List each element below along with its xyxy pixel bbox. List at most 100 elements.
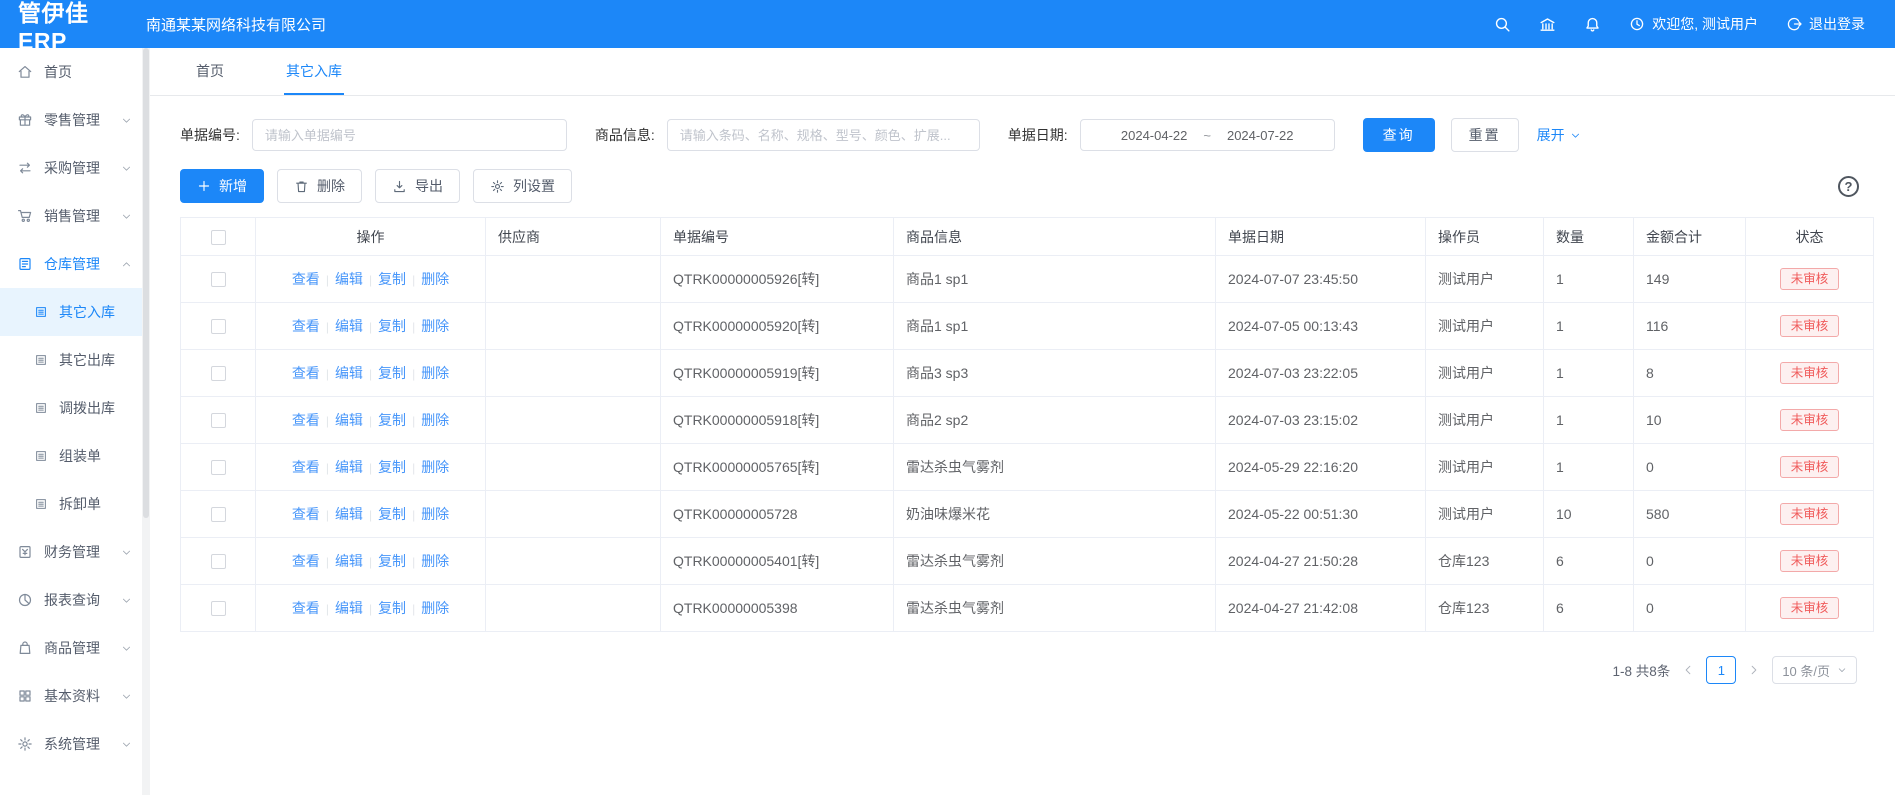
view-link[interactable]: 查看 bbox=[292, 365, 320, 381]
trash-icon bbox=[294, 179, 309, 194]
copy-link[interactable]: 复制 bbox=[378, 412, 406, 428]
edit-link[interactable]: 编辑 bbox=[335, 459, 363, 475]
sidebar-item-purchase[interactable]: 采购管理 bbox=[0, 144, 142, 192]
select-all-checkbox[interactable] bbox=[211, 230, 226, 245]
copy-link[interactable]: 复制 bbox=[378, 553, 406, 569]
export-button[interactable]: 导出 bbox=[375, 169, 460, 203]
view-link[interactable]: 查看 bbox=[292, 600, 320, 616]
bank-icon[interactable] bbox=[1539, 16, 1556, 33]
export-label: 导出 bbox=[415, 176, 443, 196]
help-icon[interactable]: ? bbox=[1838, 176, 1859, 197]
data-table: 操作 供应商 单据编号 商品信息 单据日期 操作员 数量 金额合计 状态 查看|… bbox=[180, 217, 1874, 632]
tab-home[interactable]: 首页 bbox=[194, 48, 226, 95]
sidebar-item-label: 报表查询 bbox=[44, 590, 100, 610]
add-button[interactable]: 新增 bbox=[180, 169, 264, 203]
table-row: 查看|编辑|复制|删除 QTRK00000005919[转] 商品3 sp3 2… bbox=[181, 350, 1874, 397]
delete-link[interactable]: 删除 bbox=[421, 459, 449, 475]
delete-link[interactable]: 删除 bbox=[421, 553, 449, 569]
row-checkbox[interactable] bbox=[211, 319, 226, 334]
gear-icon bbox=[490, 179, 505, 194]
supplier-cell bbox=[486, 585, 661, 632]
delete-link[interactable]: 删除 bbox=[421, 318, 449, 334]
scrollbar-thumb[interactable] bbox=[143, 48, 149, 518]
delete-link[interactable]: 删除 bbox=[421, 506, 449, 522]
view-link[interactable]: 查看 bbox=[292, 271, 320, 287]
sidebar-scrollbar[interactable] bbox=[142, 48, 150, 795]
row-checkbox[interactable] bbox=[211, 272, 226, 287]
sidebar-item-retail[interactable]: 零售管理 bbox=[0, 96, 142, 144]
reset-button[interactable]: 重置 bbox=[1451, 118, 1519, 152]
search-button[interactable]: 查询 bbox=[1363, 118, 1435, 152]
sidebar-item-other-inbound[interactable]: 其它入库 bbox=[0, 288, 142, 336]
sidebar-item-label: 首页 bbox=[44, 62, 72, 82]
delete-link[interactable]: 删除 bbox=[421, 365, 449, 381]
sidebar-item-sales[interactable]: 销售管理 bbox=[0, 192, 142, 240]
expand-link[interactable]: 展开 bbox=[1537, 125, 1581, 145]
view-link[interactable]: 查看 bbox=[292, 459, 320, 475]
date-cell: 2024-07-03 23:15:02 bbox=[1216, 397, 1426, 444]
view-link[interactable]: 查看 bbox=[292, 412, 320, 428]
product-info-input[interactable] bbox=[667, 119, 980, 151]
edit-link[interactable]: 编辑 bbox=[335, 553, 363, 569]
sidebar-item-disassembly[interactable]: 拆卸单 bbox=[0, 480, 142, 528]
tab-other-inbound[interactable]: 其它入库 bbox=[284, 48, 344, 95]
sidebar-item-finance[interactable]: 财务管理 bbox=[0, 528, 142, 576]
sidebar-item-assembly[interactable]: 组装单 bbox=[0, 432, 142, 480]
row-checkbox[interactable] bbox=[211, 554, 226, 569]
operator-cell: 仓库123 bbox=[1426, 538, 1544, 585]
pagination: 1-8 共8条 1 10 条/页 bbox=[150, 632, 1895, 684]
logout-button[interactable]: 退出登录 bbox=[1786, 14, 1865, 34]
row-checkbox[interactable] bbox=[211, 601, 226, 616]
delete-link[interactable]: 删除 bbox=[421, 600, 449, 616]
sidebar-item-other-outbound[interactable]: 其它出库 bbox=[0, 336, 142, 384]
row-checkbox[interactable] bbox=[211, 507, 226, 522]
qty-cell: 1 bbox=[1544, 444, 1634, 491]
copy-link[interactable]: 复制 bbox=[378, 271, 406, 287]
copy-link[interactable]: 复制 bbox=[378, 318, 406, 334]
table-row: 查看|编辑|复制|删除 QTRK00000005918[转] 商品2 sp2 2… bbox=[181, 397, 1874, 444]
row-checkbox[interactable] bbox=[211, 413, 226, 428]
search-icon[interactable] bbox=[1494, 16, 1511, 33]
edit-link[interactable]: 编辑 bbox=[335, 506, 363, 522]
delete-button[interactable]: 删除 bbox=[277, 169, 362, 203]
sidebar-item-home[interactable]: 首页 bbox=[0, 48, 142, 96]
welcome-user[interactable]: 欢迎您, 测试用户 bbox=[1629, 14, 1758, 34]
doc-no-cell: QTRK00000005401[转] bbox=[661, 538, 894, 585]
edit-link[interactable]: 编辑 bbox=[335, 600, 363, 616]
edit-link[interactable]: 编辑 bbox=[335, 318, 363, 334]
copy-link[interactable]: 复制 bbox=[378, 600, 406, 616]
view-link[interactable]: 查看 bbox=[292, 506, 320, 522]
sidebar-item-basic-data[interactable]: 基本资料 bbox=[0, 672, 142, 720]
copy-link[interactable]: 复制 bbox=[378, 506, 406, 522]
prev-page-button[interactable] bbox=[1682, 664, 1694, 676]
filter-bar: 单据编号: 商品信息: 单据日期: 2024-04-22 ~ 2024-07-2… bbox=[150, 96, 1895, 152]
view-link[interactable]: 查看 bbox=[292, 318, 320, 334]
copy-link[interactable]: 复制 bbox=[378, 459, 406, 475]
amount-cell: 580 bbox=[1634, 491, 1746, 538]
sidebar-item-warehouse[interactable]: 仓库管理 bbox=[0, 240, 142, 288]
delete-link[interactable]: 删除 bbox=[421, 271, 449, 287]
edit-link[interactable]: 编辑 bbox=[335, 271, 363, 287]
edit-link[interactable]: 编辑 bbox=[335, 365, 363, 381]
page-size-select[interactable]: 10 条/页 bbox=[1772, 656, 1857, 684]
copy-link[interactable]: 复制 bbox=[378, 365, 406, 381]
delete-link[interactable]: 删除 bbox=[421, 412, 449, 428]
action-separator: | bbox=[412, 555, 415, 569]
date-range-picker[interactable]: 2024-04-22 ~ 2024-07-22 bbox=[1080, 119, 1335, 151]
bell-icon[interactable] bbox=[1584, 16, 1601, 33]
page-number[interactable]: 1 bbox=[1706, 656, 1736, 684]
product-cell: 商品3 sp3 bbox=[894, 350, 1216, 397]
sidebar-item-products[interactable]: 商品管理 bbox=[0, 624, 142, 672]
sidebar-item-label: 组装单 bbox=[59, 446, 101, 466]
sidebar-item-transfer-outbound[interactable]: 调拨出库 bbox=[0, 384, 142, 432]
col-header-doc-no: 单据编号 bbox=[661, 218, 894, 256]
edit-link[interactable]: 编辑 bbox=[335, 412, 363, 428]
row-checkbox[interactable] bbox=[211, 460, 226, 475]
next-page-button[interactable] bbox=[1748, 664, 1760, 676]
view-link[interactable]: 查看 bbox=[292, 553, 320, 569]
doc-no-input[interactable] bbox=[252, 119, 567, 151]
row-checkbox[interactable] bbox=[211, 366, 226, 381]
sidebar-item-reports[interactable]: 报表查询 bbox=[0, 576, 142, 624]
sidebar-item-system[interactable]: 系统管理 bbox=[0, 720, 142, 768]
column-settings-button[interactable]: 列设置 bbox=[473, 169, 572, 203]
